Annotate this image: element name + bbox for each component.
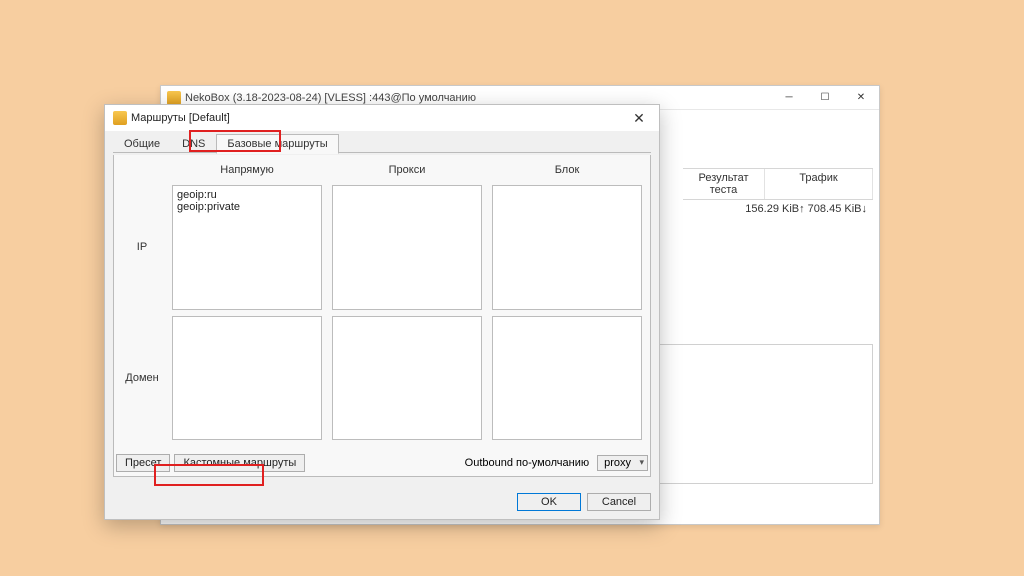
tab-general[interactable]: Общие: [113, 134, 171, 153]
table-header: Результат теста Трафик: [683, 168, 873, 200]
dialog-title: Маршруты [Default]: [131, 112, 230, 124]
col-traffic-header[interactable]: Трафик: [765, 169, 873, 199]
maximize-button[interactable]: ☐: [807, 86, 843, 109]
col-block-header: Блок: [492, 164, 642, 176]
outbound-label: Outbound по-умолчанию: [465, 457, 593, 469]
main-title: NekoBox (3.18-2023-08-24) [VLESS] :443@П…: [185, 92, 873, 104]
ip-proxy-box[interactable]: [332, 185, 482, 310]
dialog-content: Напрямую Прокси Блок IP geoip:ru geoip:p…: [113, 155, 651, 477]
app-icon: [113, 111, 127, 125]
domain-direct-box[interactable]: [172, 316, 322, 441]
tab-dns[interactable]: DNS: [171, 134, 216, 153]
ok-button[interactable]: OK: [517, 493, 581, 511]
row-domain-label: Домен: [122, 316, 162, 441]
col-proxy-header: Прокси: [332, 164, 482, 176]
custom-routes-button[interactable]: Кастомные маршруты: [174, 454, 305, 472]
preset-button[interactable]: Пресет: [116, 454, 170, 472]
tab-base-routes[interactable]: Базовые маршруты: [216, 134, 338, 154]
col-direct-header: Напрямую: [172, 164, 322, 176]
tab-row: Общие DNS Базовые маршруты: [105, 131, 659, 153]
bottom-row: Пресет Кастомные маршруты Outbound по-ум…: [114, 454, 650, 472]
cell-result: [683, 203, 739, 215]
cell-traffic: 156.29 KiB↑ 708.45 KiB↓: [739, 203, 873, 215]
connection-table: Результат теста Трафик 156.29 KiB↑ 708.4…: [683, 168, 873, 218]
ip-direct-box[interactable]: geoip:ru geoip:private: [172, 185, 322, 310]
close-button[interactable]: ✕: [843, 86, 879, 109]
cancel-button[interactable]: Cancel: [587, 493, 651, 511]
table-row[interactable]: 156.29 KiB↑ 708.45 KiB↓: [683, 200, 873, 218]
dialog-close-button[interactable]: ✕: [619, 105, 659, 131]
domain-block-box[interactable]: [492, 316, 642, 441]
app-icon: [167, 91, 181, 105]
dialog-titlebar: Маршруты [Default] ✕: [105, 105, 659, 131]
row-ip-label: IP: [122, 185, 162, 310]
col-result-header[interactable]: Результат теста: [683, 169, 765, 199]
routes-grid: Напрямую Прокси Блок IP geoip:ru geoip:p…: [122, 161, 642, 440]
routes-dialog: Маршруты [Default] ✕ Общие DNS Базовые м…: [104, 104, 660, 520]
minimize-button[interactable]: ─: [771, 86, 807, 109]
dialog-buttons: OK Cancel: [517, 493, 651, 511]
domain-proxy-box[interactable]: [332, 316, 482, 441]
ip-block-box[interactable]: [492, 185, 642, 310]
outbound-dropdown[interactable]: proxy: [597, 455, 648, 471]
